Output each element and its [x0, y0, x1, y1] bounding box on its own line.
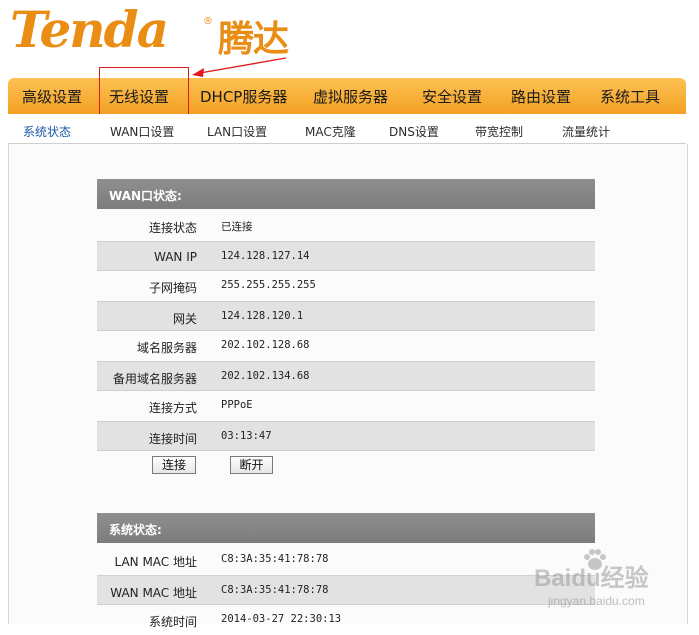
row-label: 子网掩码	[148, 281, 197, 295]
wan-row-connection-status: 连接状态 已连接	[97, 211, 595, 241]
wan-row-subnet-mask: 子网掩码 255.255.255.255	[97, 271, 595, 301]
row-label: 备用域名服务器	[112, 372, 197, 386]
row-label: 连接方式	[148, 401, 197, 415]
nav-virtual-server[interactable]: 虚拟服务器	[313, 86, 388, 107]
row-label: 连接状态	[148, 221, 197, 235]
row-label: 系统时间	[148, 615, 197, 629]
row-value: 124.128.120.1	[221, 310, 304, 322]
subnav-dns-settings[interactable]: DNS设置	[389, 123, 439, 140]
watermark-url: jingyan.baidu.com	[548, 594, 645, 608]
system-row-wan-mac: WAN MAC 地址 C8:3A:35:41:78:78	[97, 575, 595, 605]
subnav-lan-settings[interactable]: LAN口设置	[207, 123, 267, 140]
row-value: 202.102.128.68	[221, 339, 310, 351]
system-row-lan-mac: LAN MAC 地址 C8:3A:35:41:78:78	[97, 545, 595, 575]
annotation-highlight-box	[99, 67, 189, 121]
wan-row-backup-dns: 备用域名服务器 202.102.134.68	[97, 361, 595, 391]
row-value: 已连接	[221, 221, 253, 233]
row-value: 202.102.134.68	[221, 370, 310, 382]
nav-dhcp-server[interactable]: DHCP服务器	[200, 86, 287, 107]
subnav-mac-clone[interactable]: MAC克隆	[305, 123, 356, 140]
wan-row-gateway: 网关 124.128.120.1	[97, 301, 595, 331]
row-value: 255.255.255.255	[221, 279, 316, 291]
nav-security-settings[interactable]: 安全设置	[422, 86, 482, 107]
row-value: 2014-03-27 22:30:13	[221, 613, 342, 625]
row-label: WAN IP	[154, 250, 197, 264]
row-label: 域名服务器	[136, 341, 197, 355]
sub-nav: 系统状态 WAN口设置 LAN口设置 MAC克隆 DNS设置 带宽控制 流量统计	[0, 114, 699, 144]
subnav-wan-settings[interactable]: WAN口设置	[110, 123, 174, 140]
tenda-logo-chinese: 腾达	[218, 19, 289, 60]
wan-row-wan-ip: WAN IP 124.128.127.14	[97, 241, 595, 271]
baidu-watermark: Baidu经验 jingyan.baidu.com	[534, 548, 694, 618]
row-label: WAN MAC 地址	[110, 586, 197, 600]
wan-status-header: WAN口状态:	[97, 179, 595, 209]
system-status-header: 系统状态:	[97, 513, 595, 543]
row-value: C8:3A:35:41:78:78	[221, 584, 329, 596]
subnav-traffic-stats[interactable]: 流量统计	[562, 123, 610, 140]
nav-system-tools[interactable]: 系统工具	[600, 86, 660, 107]
system-row-system-time: 系统时间 2014-03-27 22:30:13	[97, 605, 595, 635]
connect-button[interactable]: 连接	[152, 456, 196, 474]
subnav-system-status[interactable]: 系统状态	[23, 123, 71, 140]
wan-row-connection-time: 连接时间 03:13:47	[97, 421, 595, 451]
row-value: C8:3A:35:41:78:78	[221, 553, 329, 565]
row-value: 03:13:47	[221, 430, 272, 442]
row-value: PPPoE	[221, 399, 253, 411]
annotation-arrow-icon	[192, 57, 287, 77]
registered-mark: ®	[203, 16, 213, 27]
row-label: 连接时间	[148, 432, 197, 446]
row-label: LAN MAC 地址	[114, 555, 197, 569]
row-label: 网关	[172, 312, 197, 326]
nav-advanced-settings[interactable]: 高级设置	[22, 86, 82, 107]
watermark-text: Baidu经验	[534, 565, 649, 592]
wan-row-dns-server: 域名服务器 202.102.128.68	[97, 331, 595, 361]
nav-routing-settings[interactable]: 路由设置	[511, 86, 571, 107]
subnav-bandwidth-control[interactable]: 带宽控制	[475, 123, 523, 140]
row-value: 124.128.127.14	[221, 250, 310, 262]
wan-row-connection-type: 连接方式 PPPoE	[97, 391, 595, 421]
tenda-logo: Tenda	[10, 0, 169, 59]
disconnect-button[interactable]: 断开	[230, 456, 273, 474]
